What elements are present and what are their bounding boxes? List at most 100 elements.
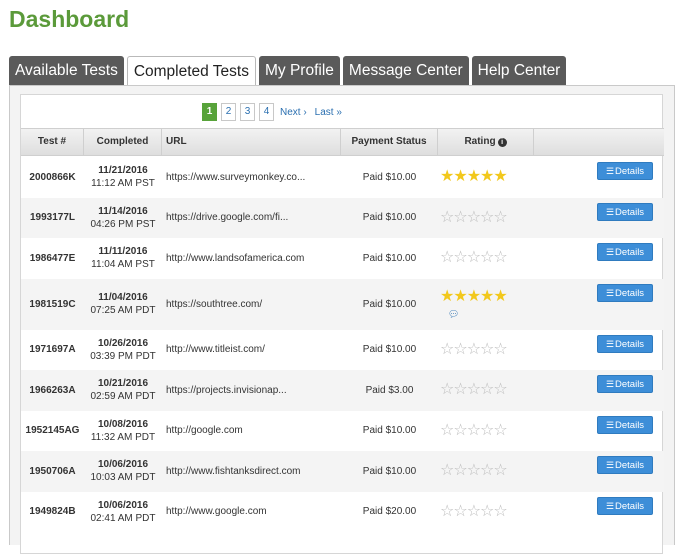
table-row: 1966263A 10/21/2016 02:59 AM PDT https://pr… bbox=[21, 370, 664, 411]
next-page-link[interactable]: Next › bbox=[280, 107, 307, 118]
star-icon: ☆ bbox=[440, 462, 454, 480]
rating-stars: ☆☆☆☆☆ bbox=[440, 340, 508, 358]
completed-datetime: 11/04/2016 07:25 AM PDT bbox=[84, 291, 162, 317]
star-icon: ☆ bbox=[440, 421, 454, 439]
list-icon: ☰ bbox=[605, 166, 615, 176]
star-icon: ☆ bbox=[466, 381, 481, 399]
tab-bar: Available Tests Completed Tests My Profi… bbox=[9, 56, 569, 85]
tab-completed-tests[interactable]: Completed Tests bbox=[126, 56, 256, 85]
page-1-button[interactable]: 1 bbox=[202, 103, 217, 121]
details-button-label: Details bbox=[615, 419, 645, 431]
table-row: 1950706A 10/06/2016 10:03 AM PDT http://www… bbox=[21, 451, 664, 492]
list-icon: ☰ bbox=[605, 206, 615, 217]
page-title: Dashboard bbox=[9, 6, 130, 32]
rating-stars: ☆☆☆☆☆ bbox=[440, 421, 508, 439]
rating: ★★★★★ bbox=[438, 169, 534, 185]
comment-icon[interactable]: 💬︎ bbox=[448, 309, 534, 320]
star-icon: ★ bbox=[466, 287, 481, 305]
star-icon: ☆ bbox=[466, 502, 481, 520]
payment-status: Paid $10.00 bbox=[362, 252, 417, 264]
table-header: Test # Completed URL Payment Status Rati… bbox=[21, 128, 664, 156]
row-actions: ☰Details bbox=[534, 198, 664, 239]
payment-status: Paid $20.00 bbox=[362, 506, 417, 518]
row-actions: ☰Details bbox=[534, 238, 664, 279]
completed-time: 03:39 PM PDT bbox=[90, 350, 156, 362]
pagination: 1 2 3 4 Next › Last » bbox=[202, 103, 348, 121]
completed-datetime: 11/14/2016 04:26 PM PST bbox=[84, 205, 162, 231]
star-icon: ★ bbox=[493, 168, 507, 186]
payment-status: Paid $10.00 bbox=[362, 425, 417, 437]
test-url: https://projects.invisionap... bbox=[166, 384, 287, 396]
star-icon: ☆ bbox=[466, 340, 481, 358]
table-row: 2000866K 11/21/2016 11:12 AM PST https://ww… bbox=[21, 157, 664, 198]
last-page-link[interactable]: Last » bbox=[315, 107, 342, 118]
tab-my-profile[interactable]: My Profile bbox=[259, 56, 340, 85]
list-icon: ☰ bbox=[605, 460, 615, 470]
details-button[interactable]: ☰Details bbox=[597, 283, 653, 302]
completed-date: 10/06/2016 bbox=[97, 459, 149, 471]
details-button-label: Details bbox=[615, 338, 645, 350]
star-icon: ☆ bbox=[453, 421, 467, 439]
star-icon: ☆ bbox=[493, 208, 507, 226]
table-row: 1981519C 11/04/2016 07:25 AM PDT https://so… bbox=[21, 278, 664, 330]
header-completed[interactable]: Completed bbox=[84, 129, 162, 155]
payment-status: Paid $10.00 bbox=[362, 212, 417, 224]
details-button[interactable]: ☰Details bbox=[597, 202, 653, 221]
header-test-num[interactable]: Test # bbox=[21, 129, 84, 155]
row-actions: ☰Details bbox=[534, 451, 664, 492]
header-actions bbox=[534, 129, 664, 155]
row-actions: ☰Details bbox=[534, 279, 664, 330]
test-id: 1949824B bbox=[29, 506, 76, 518]
header-rating[interactable]: Rating i bbox=[438, 129, 534, 155]
test-id: 1993177L bbox=[29, 212, 76, 224]
details-button-label: Details bbox=[615, 500, 645, 512]
star-icon: ☆ bbox=[453, 381, 467, 399]
page-4-button[interactable]: 4 bbox=[259, 103, 274, 121]
star-icon: ☆ bbox=[466, 421, 481, 439]
table-row: 1971697A 10/26/2016 03:39 PM PDT http://www… bbox=[21, 330, 664, 371]
list-icon: ☰ bbox=[605, 338, 615, 349]
details-button[interactable]: ☰Details bbox=[597, 375, 653, 393]
payment-status: Paid $10.00 bbox=[362, 171, 417, 183]
details-button[interactable]: ☰Details bbox=[597, 243, 653, 261]
tab-message-center[interactable]: Message Center bbox=[342, 56, 469, 85]
completed-time: 11:32 AM PDT bbox=[90, 431, 156, 443]
rating: ☆☆☆☆☆ bbox=[438, 421, 534, 439]
details-button[interactable]: ☰Details bbox=[597, 162, 653, 180]
details-button[interactable]: ☰Details bbox=[597, 496, 653, 515]
rating-stars: ☆☆☆☆☆ bbox=[440, 208, 508, 226]
details-button-label: Details bbox=[615, 379, 645, 390]
completed-date: 10/08/2016 bbox=[97, 418, 149, 430]
test-url: http://www.titleist.com/ bbox=[166, 344, 265, 356]
list-icon: ☰ bbox=[605, 287, 615, 298]
completed-datetime: 10/21/2016 02:59 AM PDT bbox=[84, 377, 162, 403]
details-button[interactable]: ☰Details bbox=[597, 456, 653, 474]
list-icon: ☰ bbox=[605, 500, 615, 511]
header-url[interactable]: URL bbox=[162, 129, 341, 155]
star-icon: ★ bbox=[453, 168, 467, 186]
test-url: https://www.surveymonkey.co... bbox=[166, 171, 306, 183]
star-icon: ☆ bbox=[440, 249, 454, 267]
star-icon: ★ bbox=[440, 168, 454, 186]
completed-date: 11/14/2016 bbox=[98, 205, 148, 217]
info-circle-icon[interactable]: i bbox=[497, 138, 507, 147]
tab-help-center[interactable]: Help Center bbox=[471, 56, 567, 85]
rating-stars: ☆☆☆☆☆ bbox=[440, 502, 508, 520]
rating: ☆☆☆☆☆ bbox=[438, 208, 534, 226]
header-rating-label: Rating bbox=[464, 136, 496, 147]
completed-time: 10:03 AM PDT bbox=[90, 472, 156, 484]
completed-date: 11/04/2016 bbox=[98, 292, 148, 303]
page-3-button[interactable]: 3 bbox=[240, 103, 255, 121]
rating-stars: ☆☆☆☆☆ bbox=[440, 381, 508, 399]
details-button[interactable]: ☰Details bbox=[597, 334, 653, 353]
tab-available-tests[interactable]: Available Tests bbox=[9, 56, 124, 85]
header-payment-status[interactable]: Payment Status bbox=[341, 129, 438, 155]
test-id: 1950706A bbox=[29, 465, 76, 477]
page-2-button[interactable]: 2 bbox=[221, 103, 236, 121]
completed-time: 11:12 AM PST bbox=[91, 178, 155, 190]
rating-stars: ★★★★★ bbox=[440, 287, 508, 305]
star-icon: ☆ bbox=[493, 502, 507, 520]
star-icon: ☆ bbox=[440, 208, 454, 226]
completed-date: 10/26/2016 bbox=[97, 337, 149, 349]
details-button[interactable]: ☰Details bbox=[597, 415, 653, 434]
